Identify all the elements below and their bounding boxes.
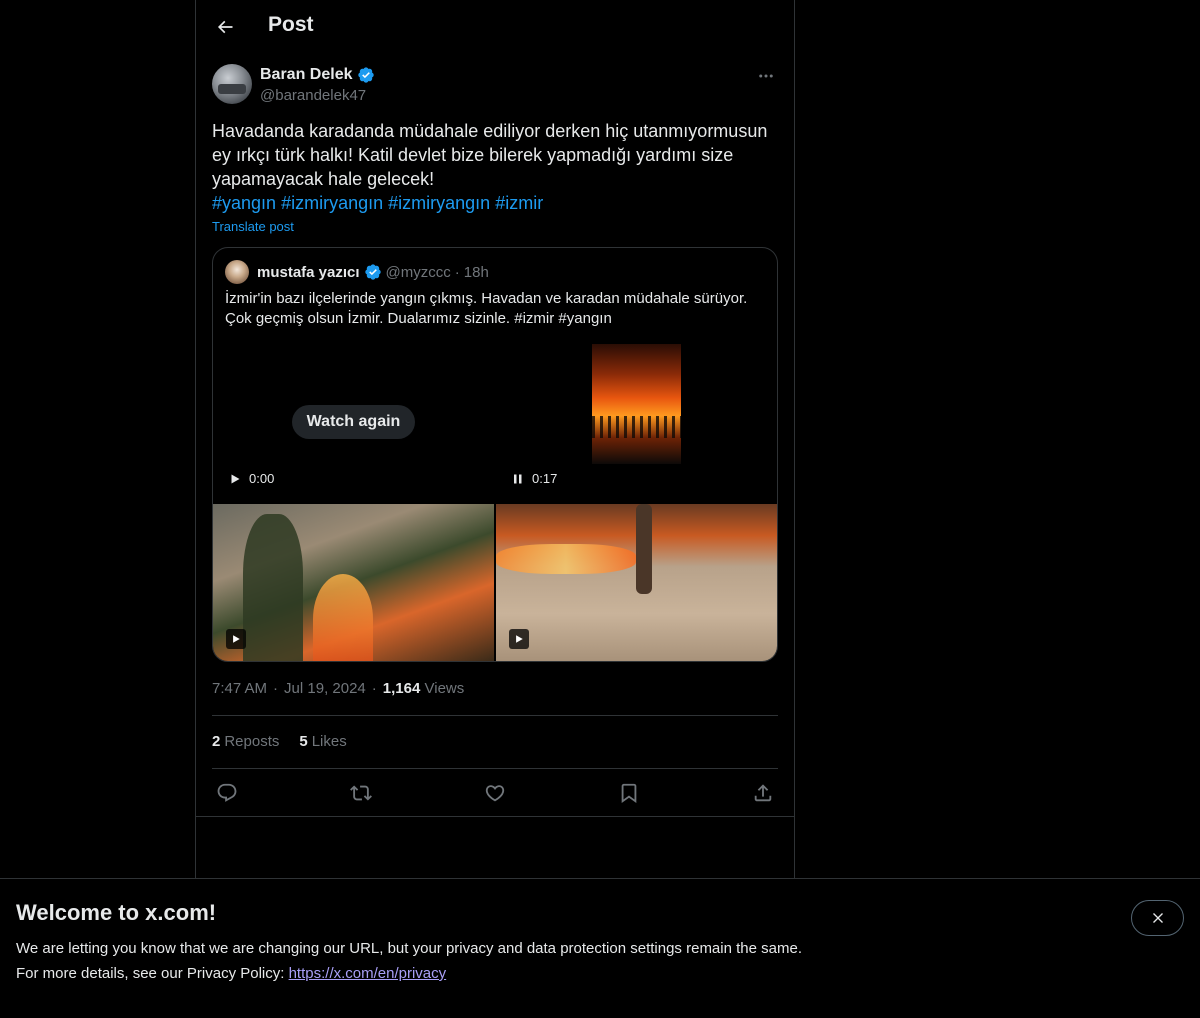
reply-button[interactable] bbox=[212, 780, 242, 806]
post-text: Havadanda karadanda müdahale ediliyor de… bbox=[212, 119, 778, 215]
share-button[interactable] bbox=[748, 780, 778, 806]
likes-count: 5 bbox=[299, 733, 308, 750]
video-thumbnails-row bbox=[213, 504, 777, 661]
video-thumbnail[interactable] bbox=[496, 504, 777, 661]
post-meta: 7:47 AM · Jul 19, 2024 · 1,164 Views bbox=[212, 680, 464, 697]
post-column: Post Baran Delek @barandelek47 Havadanda… bbox=[195, 0, 795, 1018]
post-time[interactable]: 7:47 AM bbox=[212, 680, 267, 697]
hashtag-link[interactable]: #izmir bbox=[495, 193, 543, 213]
quoted-avatar bbox=[225, 260, 249, 284]
quoted-author-name: mustafa yazıcı bbox=[257, 263, 360, 281]
author-handle[interactable]: @barandelek47 bbox=[260, 87, 366, 104]
video-1-control[interactable]: 0:00 bbox=[229, 471, 274, 486]
post-author: Baran Delek @barandelek47 bbox=[212, 64, 778, 108]
divider bbox=[196, 816, 794, 817]
post-actions bbox=[212, 780, 778, 806]
repost-button[interactable] bbox=[346, 780, 376, 806]
more-options-button[interactable] bbox=[754, 64, 778, 88]
share-icon bbox=[754, 784, 772, 802]
verified-badge-icon bbox=[364, 264, 381, 280]
quoted-post[interactable]: mustafa yazıcı @myzccc · 18h İzmir'in ba… bbox=[212, 247, 778, 662]
bookmark-button[interactable] bbox=[614, 780, 644, 806]
privacy-policy-link[interactable]: https://x.com/en/privacy bbox=[289, 965, 447, 982]
video-thumbnail[interactable] bbox=[213, 504, 494, 661]
bookmark-icon bbox=[621, 783, 637, 804]
likes-label: Likes bbox=[311, 733, 347, 750]
post-stats: 2 Reposts 5 Likes bbox=[212, 733, 347, 750]
author-name-text: Baran Delek bbox=[260, 66, 353, 83]
quoted-post-header: mustafa yazıcı @myzccc · 18h bbox=[225, 260, 489, 284]
pause-icon bbox=[514, 474, 522, 483]
separator-dot: · bbox=[454, 263, 460, 281]
quoted-post-text: İzmir'in bazı ilçelerinde yangın çıkmış.… bbox=[225, 290, 748, 327]
post-date[interactable]: Jul 19, 2024 bbox=[284, 680, 366, 697]
hashtag-link[interactable]: #yangın bbox=[212, 193, 276, 213]
likes-stat[interactable]: 5 Likes bbox=[299, 733, 346, 750]
banner-title: Welcome to x.com! bbox=[16, 900, 217, 925]
play-badge[interactable] bbox=[226, 629, 246, 649]
banner-text: We are letting you know that we are chan… bbox=[16, 936, 802, 986]
meta-separator: · bbox=[273, 680, 279, 697]
video-frame-fire bbox=[592, 344, 681, 464]
more-horizontal-icon bbox=[759, 74, 773, 78]
video-2-control[interactable]: 0:17 bbox=[512, 471, 557, 486]
page-title: Post bbox=[268, 13, 314, 36]
close-banner-button[interactable] bbox=[1131, 900, 1184, 936]
translate-post-link[interactable]: Translate post bbox=[212, 219, 294, 234]
banner-line-2: For more details, see our Privacy Policy… bbox=[16, 965, 289, 982]
divider bbox=[212, 715, 778, 716]
play-icon bbox=[233, 635, 240, 643]
repost-icon bbox=[350, 785, 372, 801]
page-header: Post bbox=[196, 0, 794, 54]
reposts-count: 2 bbox=[212, 733, 221, 750]
views-label: Views bbox=[424, 680, 465, 697]
play-icon bbox=[516, 635, 523, 643]
back-button[interactable] bbox=[212, 14, 238, 40]
quoted-post-time: 18h bbox=[463, 263, 489, 281]
welcome-banner: Welcome to x.com! We are letting you kno… bbox=[0, 878, 1200, 1018]
video-2-time: 0:17 bbox=[532, 471, 558, 486]
post-body: Havadanda karadanda müdahale ediliyor de… bbox=[212, 121, 768, 189]
play-badge[interactable] bbox=[509, 629, 529, 649]
divider bbox=[212, 768, 778, 769]
quoted-author-handle: @myzccc bbox=[385, 263, 451, 281]
meta-separator: · bbox=[371, 680, 377, 697]
verified-badge-icon bbox=[357, 67, 374, 83]
heart-icon bbox=[485, 785, 505, 802]
avatar[interactable] bbox=[212, 64, 252, 104]
banner-line-1: We are letting you know that we are chan… bbox=[16, 940, 802, 957]
hashtag-link[interactable]: #izmiryangın bbox=[388, 193, 490, 213]
reply-icon bbox=[217, 783, 237, 802]
video-media-row[interactable]: Watch again 0:00 0:17 bbox=[213, 339, 777, 504]
reposts-label: Reposts bbox=[224, 733, 280, 750]
close-icon bbox=[1152, 913, 1163, 923]
hashtag-link[interactable]: #izmiryangın bbox=[281, 193, 383, 213]
watch-again-button[interactable]: Watch again bbox=[292, 405, 415, 439]
reposts-stat[interactable]: 2 Reposts bbox=[212, 733, 279, 750]
views-count: 1,164 bbox=[382, 680, 421, 697]
play-icon bbox=[231, 474, 240, 483]
views-count-group: 1,164 Views bbox=[383, 680, 464, 697]
video-1-time: 0:00 bbox=[249, 471, 275, 486]
arrow-left-icon bbox=[217, 20, 233, 34]
author-name[interactable]: Baran Delek bbox=[260, 66, 375, 84]
like-button[interactable] bbox=[480, 780, 510, 806]
